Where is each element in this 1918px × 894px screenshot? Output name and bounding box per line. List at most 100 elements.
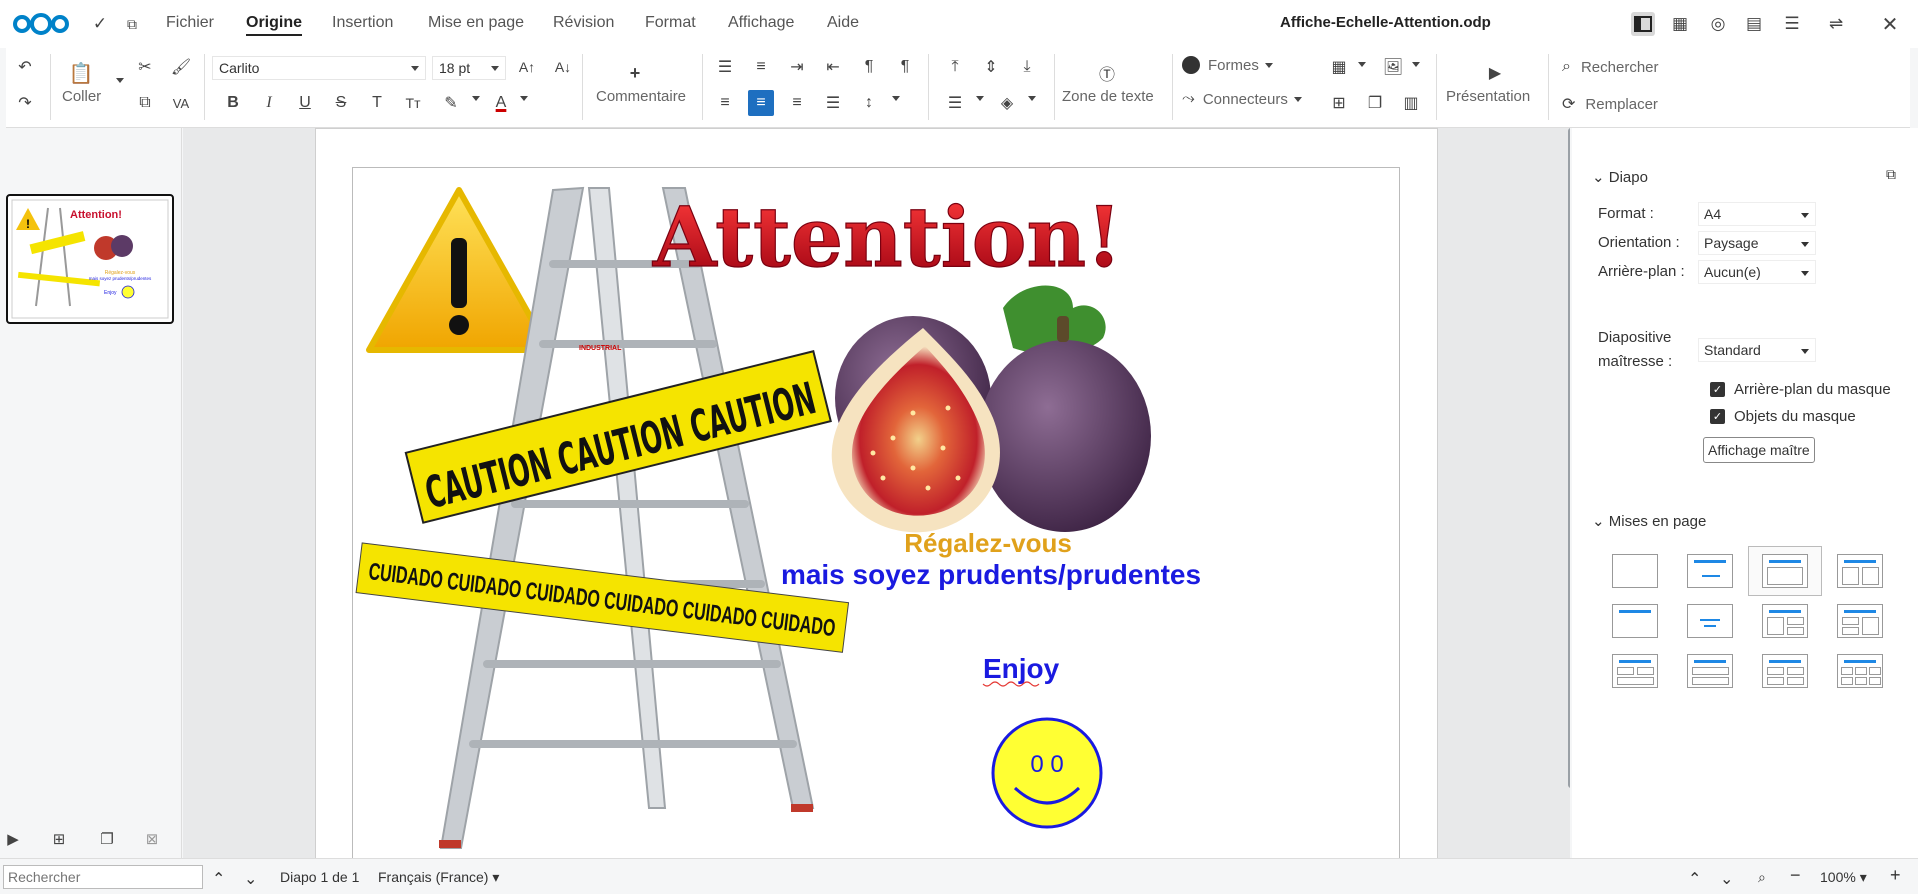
textbox-label[interactable]: Zone de texte [1062, 88, 1154, 105]
layout-title-6content[interactable] [1823, 646, 1897, 696]
clone-format-icon[interactable]: 🖌 [168, 54, 194, 80]
language-selector[interactable]: Français (France) ▾ [378, 869, 499, 886]
orientation-select[interactable]: Paysage [1698, 231, 1816, 255]
line-spacing-dropdown[interactable] [886, 96, 900, 101]
grow-font-icon[interactable]: A↑ [514, 54, 540, 80]
align-right-icon[interactable]: ≡ [784, 90, 810, 116]
textbox-icon[interactable]: Ⓣ [1094, 60, 1120, 86]
open-dialog-icon[interactable]: ⧉ [1886, 166, 1896, 183]
insert-table-icon[interactable]: ▦ [1326, 54, 1352, 80]
rtl-icon[interactable]: ¶ [892, 54, 918, 80]
search-up-icon[interactable]: ⌃ [212, 869, 225, 889]
layout-title-2content-1[interactable] [1748, 596, 1822, 646]
font-size-combo[interactable]: 18 pt [432, 56, 506, 80]
paste-label[interactable]: Coller [62, 88, 101, 105]
master-objects-checkbox[interactable]: ✓ [1710, 409, 1725, 424]
next-slide-icon[interactable]: ⌄ [1720, 869, 1733, 889]
numbered-list-icon[interactable]: ≡ [748, 54, 774, 80]
open-external-icon[interactable]: ⧉ [120, 12, 144, 36]
align-middle-icon[interactable]: ⇕ [978, 54, 1004, 80]
italic-icon[interactable]: I [256, 90, 282, 116]
menu-aide[interactable]: Aide [827, 14, 859, 32]
layout-title-2content-2[interactable] [1823, 596, 1897, 646]
master-background-checkbox[interactable]: ✓ [1710, 382, 1725, 397]
fill-color-dropdown[interactable] [1022, 96, 1036, 101]
menu-affichage[interactable]: Affichage [728, 14, 794, 32]
insert-image-dropdown[interactable] [1406, 62, 1420, 67]
accessibility-icon[interactable]: ◎ [1706, 12, 1730, 36]
sidebar-toggle-icon[interactable] [1631, 12, 1655, 36]
menu-mise-en-page[interactable]: Mise en page [428, 14, 524, 32]
presentation-label[interactable]: Présentation [1446, 88, 1530, 105]
layout-title-2content-top[interactable] [1598, 646, 1672, 696]
comment-label[interactable]: Commentaire [596, 88, 686, 105]
line-style-icon[interactable]: ☰ [942, 90, 968, 116]
shapes-button[interactable]: Formes [1182, 56, 1273, 74]
font-name-combo[interactable]: Carlito [212, 56, 426, 80]
delete-slide-icon[interactable]: ⊠ [141, 830, 163, 848]
zoom-in-icon[interactable]: + [1890, 865, 1901, 886]
clear-format-icon[interactable]: Tт [400, 90, 426, 116]
align-center-icon[interactable]: ≡ [748, 90, 774, 116]
highlight-dropdown[interactable] [466, 96, 480, 101]
undo-icon[interactable]: ↶ [12, 54, 38, 80]
bullet-list-icon[interactable]: ☰ [712, 54, 738, 80]
layout-title-only[interactable] [1598, 596, 1672, 646]
copy-icon[interactable]: ⧉ [132, 90, 158, 116]
presentation-icon[interactable]: ▶ [1482, 60, 1508, 86]
layout-title-two-objects[interactable] [1823, 546, 1897, 596]
align-top-icon[interactable]: ⤒ [942, 54, 968, 80]
list-icon[interactable]: ☰ [1780, 12, 1804, 36]
prev-slide-icon[interactable]: ⌃ [1688, 869, 1701, 889]
comment-icon[interactable]: + [622, 60, 648, 86]
justify-icon[interactable]: ☰ [820, 90, 846, 116]
connectors-button[interactable]: ⤳ Connecteurs [1182, 90, 1302, 108]
highlight-icon[interactable]: ✎ [438, 90, 464, 116]
cut-icon[interactable]: ✂ [132, 54, 158, 80]
new-slide-icon[interactable]: ⊞ [1326, 90, 1352, 116]
zoom-fit-icon[interactable]: ⌕ [1758, 869, 1766, 886]
search-button[interactable]: ⌕ Rechercher [1562, 58, 1659, 76]
zoom-out-icon[interactable]: − [1790, 865, 1801, 886]
paste-dropdown[interactable] [110, 78, 124, 83]
shrink-font-icon[interactable]: A↓ [550, 54, 576, 80]
insert-chart-icon[interactable]: ▥ [1398, 90, 1424, 116]
insert-table-dropdown[interactable] [1352, 62, 1366, 67]
char-spacing-icon[interactable]: VA [168, 90, 194, 116]
decrease-indent-icon[interactable]: ⇤ [820, 54, 846, 80]
layout-centered-text[interactable] [1673, 596, 1747, 646]
statusbar-search-input[interactable] [3, 865, 203, 889]
document-title[interactable]: Affiche-Echelle-Attention.odp [1280, 14, 1491, 31]
insert-slide-icon[interactable]: ⊞ [48, 830, 70, 848]
search-down-icon[interactable]: ⌄ [244, 869, 257, 889]
master-view-button[interactable]: Affichage maître [1703, 437, 1815, 463]
slide-canvas[interactable]: INDUSTRIAL CAUTION CAUTION CAUTION CUIDA… [183, 128, 1570, 858]
vertical-scrollbar[interactable] [1568, 128, 1570, 788]
compact-toolbar-icon[interactable]: ⇌ [1824, 12, 1848, 36]
duplicate-slide-pane-icon[interactable]: ❐ [96, 830, 118, 848]
menu-origine[interactable]: Origine [246, 14, 303, 36]
menu-insertion[interactable]: Insertion [332, 14, 393, 32]
master-select[interactable]: Standard [1698, 338, 1816, 362]
layout-title-object[interactable] [1748, 546, 1822, 596]
background-select[interactable]: Aucun(e) [1698, 260, 1816, 284]
font-color-icon[interactable]: A [488, 90, 514, 116]
replace-button[interactable]: ⟳ Remplacer [1562, 94, 1658, 114]
menu-revision[interactable]: Révision [553, 14, 614, 32]
redo-icon[interactable]: ↷ [12, 90, 38, 116]
paste-icon[interactable]: 📋 [68, 60, 94, 86]
shadow-icon[interactable]: T [364, 90, 390, 116]
underline-icon[interactable]: U [292, 90, 318, 116]
table-icon[interactable]: ▦ [1668, 12, 1692, 36]
slide-thumbnail-1[interactable]: ! Attention! Régalez-vous mais soyez pru… [6, 194, 174, 324]
ltr-icon[interactable]: ¶ [856, 54, 882, 80]
increase-indent-icon[interactable]: ⇥ [784, 54, 810, 80]
line-style-dropdown[interactable] [970, 96, 984, 101]
layout-title-4content[interactable] [1748, 646, 1822, 696]
insert-image-icon[interactable]: 🖼 [1380, 54, 1406, 80]
fill-color-icon[interactable]: ◈ [994, 90, 1020, 116]
duplicate-slide-icon[interactable]: ❐ [1362, 90, 1388, 116]
menu-fichier[interactable]: Fichier [166, 14, 214, 32]
slide-content[interactable]: INDUSTRIAL CAUTION CAUTION CAUTION CUIDA… [352, 167, 1400, 858]
check-icon[interactable]: ✓ [88, 12, 112, 36]
